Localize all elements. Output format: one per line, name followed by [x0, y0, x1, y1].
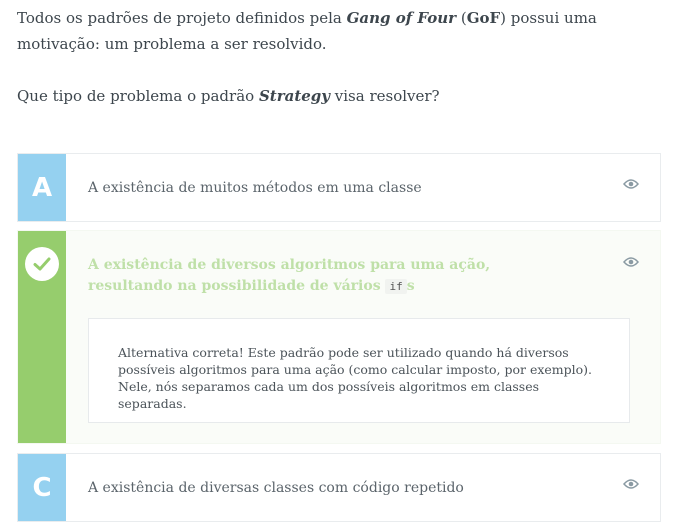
option-text: A existência de diversas classes com cód…	[88, 479, 464, 496]
option-a[interactable]: A A existência de muitos métodos em uma …	[17, 153, 661, 222]
question-text-part: Que tipo de problema o padrão	[17, 87, 259, 105]
question-text-part: visa resolver?	[330, 87, 440, 105]
option-c[interactable]: C A existência de diversas classes com c…	[17, 453, 661, 522]
option-content: A existência de diversos algoritmos para…	[66, 231, 660, 443]
option-letter: A	[18, 154, 66, 221]
option-text-part: A existência de diversos algoritmos para…	[88, 257, 491, 294]
gof-name: Gang of Four	[346, 9, 457, 27]
option-text: A existência de diversos algoritmos para…	[88, 255, 558, 297]
correct-marker	[18, 231, 66, 443]
question-paragraph-1: Todos os padrões de projeto definidos pe…	[17, 5, 657, 57]
explanation-box: Alternativa correta! Este padrão pode se…	[88, 318, 630, 423]
gof-abbrev: GoF	[466, 9, 501, 27]
check-icon	[25, 247, 59, 281]
strategy-name: Strategy	[258, 87, 331, 105]
eye-icon[interactable]	[623, 178, 639, 190]
eye-icon[interactable]	[623, 256, 639, 268]
option-text: A existência de muitos métodos em uma cl…	[88, 179, 422, 196]
question-text-part: Todos os padrões de projeto definidos pe…	[17, 9, 347, 27]
inline-code: if	[385, 279, 407, 294]
eye-icon[interactable]	[623, 478, 639, 490]
question-paragraph-2: Que tipo de problema o padrão Strategy v…	[17, 83, 657, 109]
option-text-part: s	[406, 278, 415, 294]
option-b-correct[interactable]: A existência de diversos algoritmos para…	[17, 230, 661, 444]
question-text: Todos os padrões de projeto definidos pe…	[17, 5, 657, 109]
option-letter: C	[18, 454, 66, 521]
question-text-part: (	[456, 9, 467, 27]
